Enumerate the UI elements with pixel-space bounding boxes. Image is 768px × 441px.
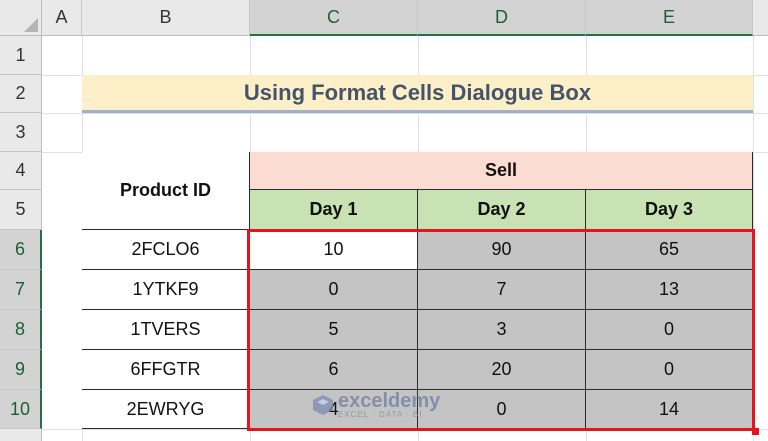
- row-header-7[interactable]: 7: [0, 270, 42, 310]
- product-id-cell[interactable]: 2EWRYG: [82, 390, 250, 429]
- value-cell[interactable]: 0: [586, 350, 753, 390]
- row-header-5[interactable]: 5: [0, 190, 42, 230]
- fill-handle[interactable]: [752, 428, 759, 435]
- exceldemy-logo-icon: [313, 395, 333, 415]
- value-cell[interactable]: 5: [250, 310, 418, 350]
- active-cell[interactable]: 10: [250, 230, 418, 270]
- column-header-d[interactable]: D: [418, 0, 586, 36]
- watermark-tagline: EXCEL · DATA · BI: [338, 410, 423, 419]
- row-header-4[interactable]: 4: [0, 152, 42, 190]
- product-id-cell[interactable]: 1YTKF9: [82, 270, 250, 310]
- select-all-triangle-icon: [24, 18, 38, 32]
- value-cell[interactable]: 14: [586, 390, 753, 429]
- row-header-9[interactable]: 9: [0, 350, 42, 390]
- row-header-8[interactable]: 8: [0, 310, 42, 350]
- product-id-cell[interactable]: 1TVERS: [82, 310, 250, 350]
- select-all-corner[interactable]: [0, 0, 42, 36]
- row-header-1[interactable]: 1: [0, 36, 42, 75]
- column-header-b[interactable]: B: [82, 0, 250, 36]
- column-header-c[interactable]: C: [250, 0, 418, 36]
- value-cell[interactable]: 90: [418, 230, 586, 270]
- value-cell[interactable]: 0: [586, 310, 753, 350]
- value-cell[interactable]: 7: [418, 270, 586, 310]
- column-header-a[interactable]: A: [42, 0, 82, 36]
- gridline: [42, 429, 768, 430]
- column-header-f[interactable]: [753, 0, 768, 36]
- value-cell[interactable]: 6: [250, 350, 418, 390]
- column-header-e[interactable]: E: [586, 0, 753, 36]
- value-cell[interactable]: 65: [586, 230, 753, 270]
- product-id-cell[interactable]: 2FCLO6: [82, 230, 250, 270]
- gridline: [42, 113, 768, 114]
- value-cell[interactable]: 13: [586, 270, 753, 310]
- row-header-10[interactable]: 10: [0, 390, 42, 429]
- day-2-header[interactable]: Day 2: [418, 190, 586, 230]
- row-header-3[interactable]: 3: [0, 113, 42, 152]
- value-cell[interactable]: 20: [418, 350, 586, 390]
- product-id-cell[interactable]: 6FFGTR: [82, 350, 250, 390]
- value-cell[interactable]: 3: [418, 310, 586, 350]
- row-header-6[interactable]: 6: [0, 230, 42, 270]
- sell-header[interactable]: Sell: [250, 152, 753, 190]
- value-cell[interactable]: 0: [418, 390, 586, 429]
- row-header-2[interactable]: 2: [0, 75, 42, 113]
- watermark-brand: exceldemy: [338, 390, 441, 412]
- value-cell[interactable]: 0: [250, 270, 418, 310]
- exceldemy-watermark: exceldemy EXCEL · DATA · BI: [312, 391, 440, 419]
- sheet-title[interactable]: Using Format Cells Dialogue Box: [82, 75, 753, 113]
- row-header-11[interactable]: [0, 429, 42, 441]
- gridline: [753, 36, 754, 441]
- day-1-header[interactable]: Day 1: [250, 190, 418, 230]
- product-id-header[interactable]: Product ID: [82, 152, 250, 230]
- day-3-header[interactable]: Day 3: [586, 190, 753, 230]
